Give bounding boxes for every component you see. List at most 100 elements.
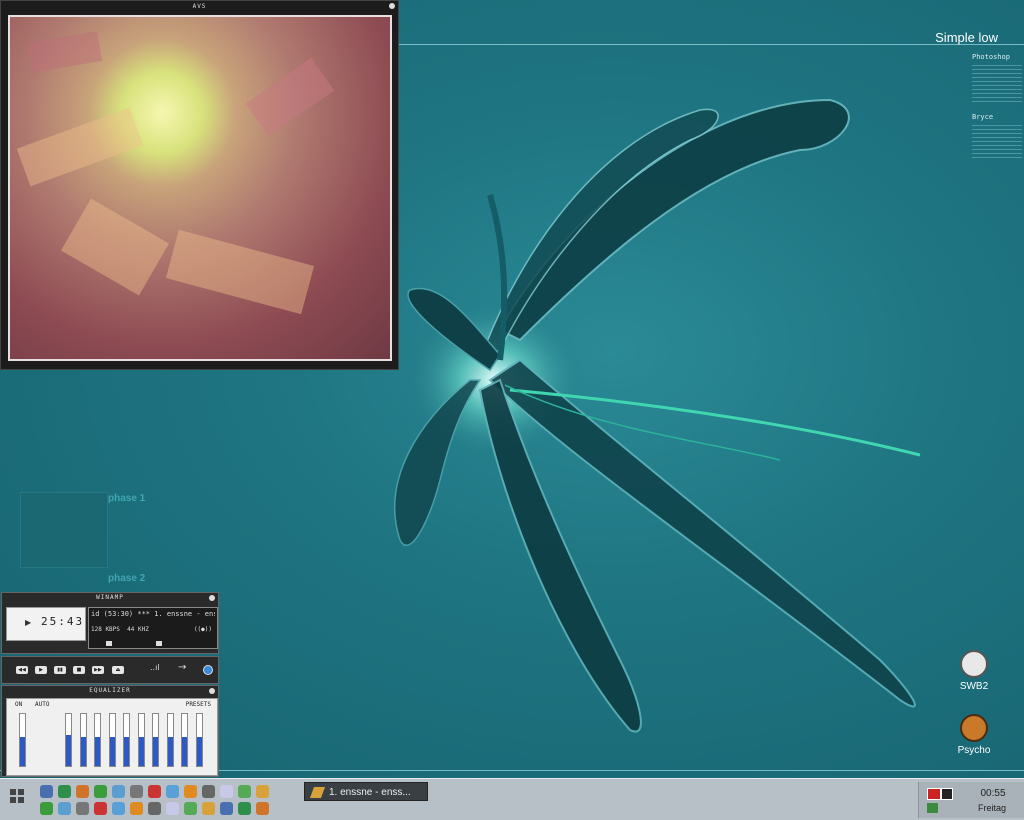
eq-level-fill bbox=[182, 737, 187, 766]
volume-slider[interactable] bbox=[106, 641, 112, 646]
psycho-icon bbox=[960, 714, 988, 742]
stop-button[interactable]: ■ bbox=[73, 666, 85, 674]
start-button[interactable] bbox=[6, 785, 28, 807]
play-button[interactable]: ▶ bbox=[35, 666, 47, 674]
equalizer-title: EQUALIZER bbox=[89, 687, 131, 694]
monitor-icon[interactable] bbox=[76, 802, 89, 815]
photoshop-icon[interactable] bbox=[94, 802, 107, 815]
taskbar: 1. enssne - enss... 00:55 Freitag bbox=[0, 778, 1024, 820]
top-divider bbox=[399, 44, 1024, 45]
winamp-icon[interactable] bbox=[202, 785, 215, 798]
close-icon[interactable] bbox=[209, 688, 215, 694]
pause-button[interactable]: ▮▮ bbox=[54, 666, 66, 674]
eq-band-slider[interactable] bbox=[195, 713, 203, 767]
phase-2-label[interactable]: phase 2 bbox=[108, 573, 145, 584]
previous-button[interactable]: ◀◀ bbox=[16, 666, 28, 674]
taskbar-winamp-button[interactable]: 1. enssne - enss... bbox=[304, 782, 428, 801]
eq-presets-button[interactable]: PRESETS bbox=[186, 701, 211, 708]
eq-level-fill bbox=[196, 737, 202, 766]
desktop-icon-label: Psycho bbox=[957, 745, 991, 756]
eq-band-slider[interactable] bbox=[108, 713, 116, 767]
desktop-icon-psycho[interactable]: Psycho bbox=[944, 714, 1004, 756]
avs-window[interactable]: AVS bbox=[0, 0, 399, 370]
grid-icon bbox=[10, 789, 24, 803]
winamp-logo-icon[interactable] bbox=[203, 665, 213, 675]
eq-level-fill bbox=[167, 737, 173, 766]
winamp-title: WINAMP bbox=[96, 594, 124, 601]
winamp-icon[interactable] bbox=[112, 802, 125, 815]
eq-band-slider[interactable] bbox=[152, 713, 159, 767]
eq-auto-toggle[interactable]: AUTO bbox=[35, 701, 49, 708]
equalizer-titlebar[interactable]: EQUALIZER bbox=[2, 686, 218, 696]
arrow-icon[interactable]: → bbox=[178, 662, 186, 673]
monitor-icon[interactable] bbox=[166, 785, 179, 798]
tray-clock[interactable]: 00:55 bbox=[973, 788, 1013, 799]
eject-button[interactable]: ⏏ bbox=[112, 666, 124, 674]
eq-band-slider[interactable] bbox=[94, 713, 101, 767]
eq-level-fill bbox=[80, 737, 86, 766]
eq-on-toggle[interactable]: ON bbox=[15, 701, 22, 708]
corner-title: Simple low bbox=[935, 30, 998, 45]
recycle-icon[interactable] bbox=[238, 802, 251, 815]
side-section-bryce: Bryce bbox=[972, 113, 994, 121]
winamp-equalizer-window[interactable]: EQUALIZER ON AUTO PRESETS bbox=[1, 685, 219, 777]
elapsed-time: 25:43 bbox=[41, 615, 85, 628]
eq-level-fill bbox=[124, 737, 129, 766]
eq-band-slider[interactable] bbox=[137, 713, 145, 767]
avs-title: AVS bbox=[192, 3, 207, 10]
eq-level-fill bbox=[138, 737, 144, 766]
side-section-photoshop: Photoshop bbox=[972, 53, 1010, 61]
close-icon[interactable] bbox=[389, 3, 395, 9]
desktop-icon-swb2[interactable]: SWB2 bbox=[944, 650, 1004, 692]
firefox-icon[interactable] bbox=[220, 802, 233, 815]
next-button[interactable]: ▶▶ bbox=[92, 666, 104, 674]
mail-icon[interactable] bbox=[40, 802, 53, 815]
disc-icon[interactable] bbox=[130, 802, 143, 815]
eq-level-fill bbox=[153, 737, 158, 766]
close-icon[interactable] bbox=[209, 595, 215, 601]
globe-icon[interactable] bbox=[58, 785, 71, 798]
eq-band-slider[interactable] bbox=[65, 713, 72, 767]
globe-icon[interactable] bbox=[202, 802, 215, 815]
eq-level-fill bbox=[66, 734, 71, 766]
side-list-bryce bbox=[972, 122, 1022, 161]
game-icon[interactable] bbox=[58, 802, 71, 815]
photoshop-icon[interactable] bbox=[184, 785, 197, 798]
eq-band-slider[interactable] bbox=[166, 713, 174, 767]
info-icon[interactable] bbox=[112, 785, 125, 798]
mail-icon[interactable] bbox=[130, 785, 143, 798]
game-icon[interactable] bbox=[148, 785, 161, 798]
phase-1-label[interactable]: phase 1 bbox=[108, 493, 145, 504]
side-list-photoshop bbox=[972, 62, 1022, 105]
stereo-indicator: ((●)) bbox=[193, 626, 212, 633]
signal-icon: ..ıl bbox=[150, 663, 160, 672]
phase-preview bbox=[20, 492, 108, 568]
winamp-titlebar[interactable]: WINAMP bbox=[2, 593, 218, 603]
eq-band-slider[interactable] bbox=[123, 713, 130, 767]
eq-level-fill bbox=[95, 737, 100, 766]
eq-level-fill bbox=[109, 737, 115, 766]
computer-icon[interactable] bbox=[184, 802, 197, 815]
winamp-main-window[interactable]: WINAMP ▶ 25:43 id (53:30) *** 1. enssne … bbox=[1, 592, 219, 654]
folder-icon[interactable] bbox=[166, 802, 179, 815]
network-icon[interactable] bbox=[927, 803, 938, 813]
song-title-scroll: id (53:30) *** 1. enssne - enssne bbox=[91, 610, 215, 618]
recycle-icon[interactable] bbox=[94, 785, 107, 798]
antivirus-icon[interactable] bbox=[927, 788, 941, 800]
eq-level-fill bbox=[20, 737, 25, 766]
firefox-icon[interactable] bbox=[76, 785, 89, 798]
time-display[interactable]: ▶ 25:43 bbox=[6, 607, 86, 641]
earth-icon[interactable] bbox=[238, 785, 251, 798]
eq-preamp-slider[interactable] bbox=[19, 713, 26, 767]
balance-slider[interactable] bbox=[156, 641, 162, 646]
kaspersky-icon[interactable] bbox=[941, 788, 953, 800]
info-icon[interactable] bbox=[256, 802, 269, 815]
earth-icon[interactable] bbox=[148, 802, 161, 815]
folder-icon[interactable] bbox=[256, 785, 269, 798]
disc-icon[interactable] bbox=[220, 785, 233, 798]
eq-band-slider[interactable] bbox=[181, 713, 188, 767]
computer-icon[interactable] bbox=[40, 785, 53, 798]
bitrate: 128 KBPS bbox=[91, 626, 120, 633]
eq-band-slider[interactable] bbox=[79, 713, 87, 767]
avs-titlebar[interactable]: AVS bbox=[1, 1, 398, 12]
